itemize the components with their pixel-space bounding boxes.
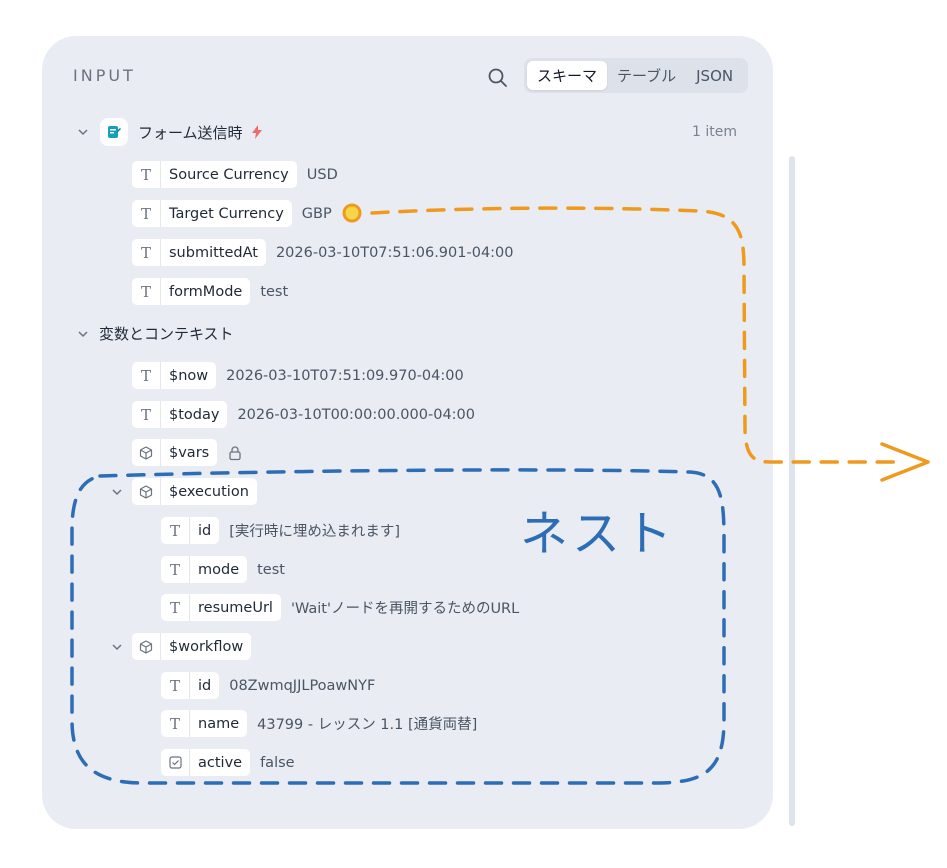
nest-annotation-label: ネスト — [520, 506, 677, 562]
annotation-overlay — [70, 203, 930, 785]
drag-handle-dot[interactable] — [342, 203, 362, 223]
orange-dashed-arrow — [370, 206, 907, 464]
